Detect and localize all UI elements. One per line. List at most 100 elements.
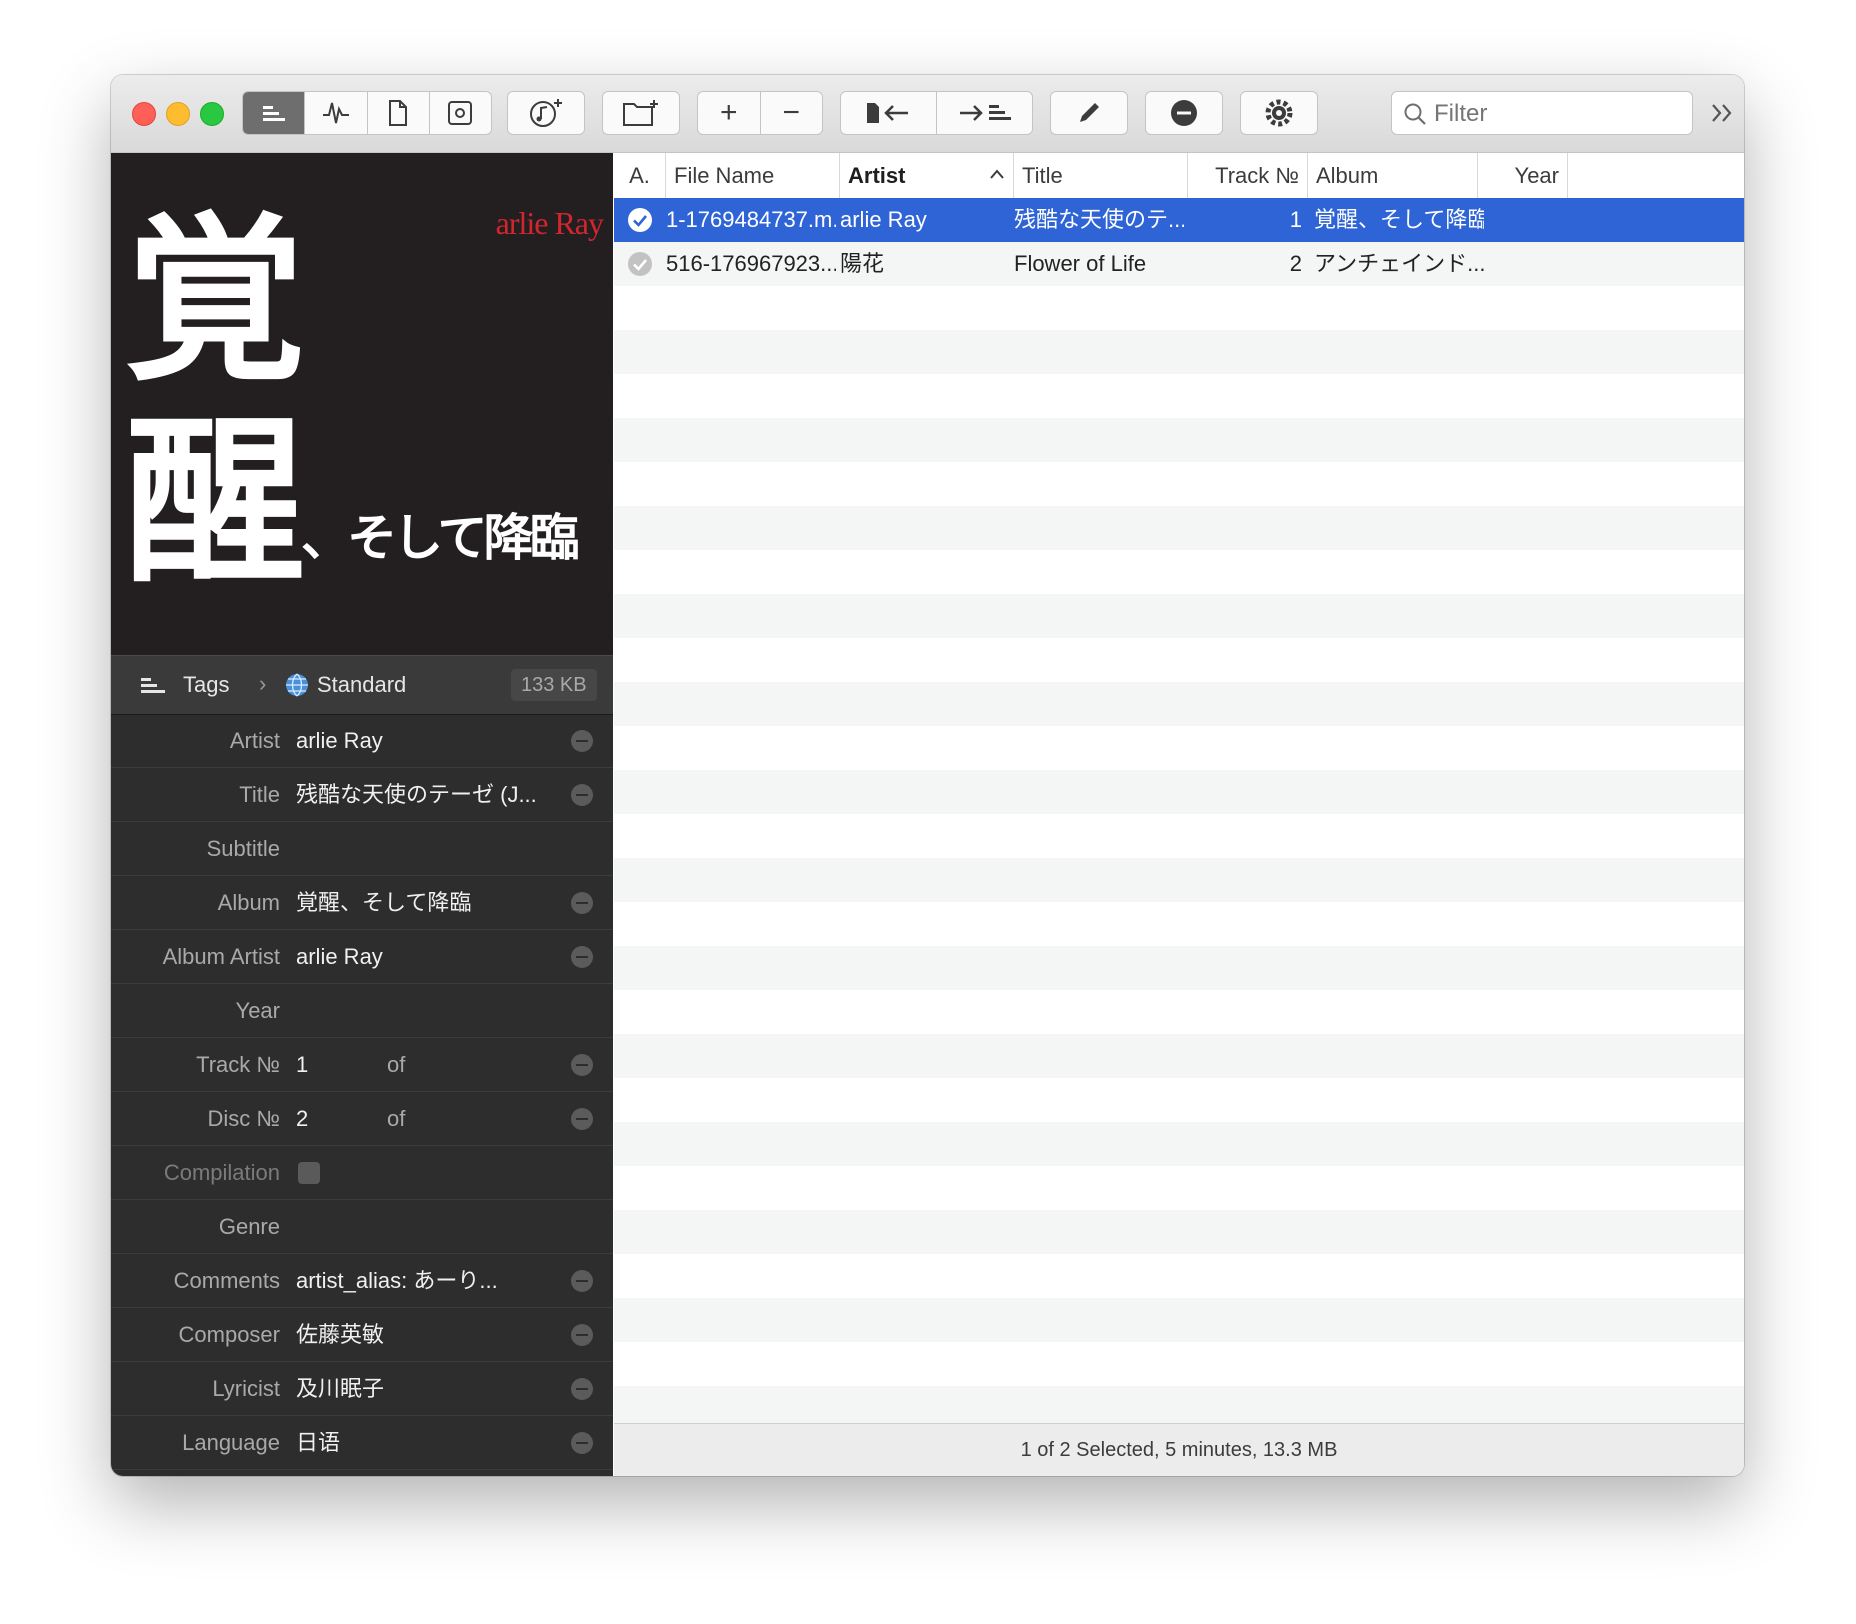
field-value[interactable]: 残酷な天使のテーゼ (J...	[296, 768, 537, 822]
remove-field-icon[interactable]	[571, 1432, 593, 1454]
overflow-button[interactable]	[1709, 97, 1737, 129]
close-window-button[interactable]	[132, 102, 156, 126]
breadcrumb-tags[interactable]: Tags	[183, 656, 229, 714]
table-row[interactable]: 1-1769484737.m... arlie Ray 残酷な天使のテ... 1 覚醒、…	[614, 198, 1744, 242]
table-body: 1-1769484737.m... arlie Ray 残酷な天使のテ... 1 覚醒、…	[614, 198, 1744, 1430]
app-window: + − arlie Ray	[111, 75, 1744, 1476]
cell-artist: arlie Ray	[840, 207, 927, 232]
add-music-button[interactable]	[507, 91, 585, 135]
cover-artist-text: arlie Ray	[495, 205, 604, 241]
column-header-year[interactable]: Year	[1478, 153, 1568, 198]
waveform-icon	[322, 102, 349, 124]
row-stripe	[614, 946, 1744, 990]
field-value[interactable]: arlie Ray	[296, 930, 383, 984]
field-label: Language	[182, 1430, 280, 1455]
remove-field-icon[interactable]	[571, 1324, 593, 1346]
add-icon: +	[719, 96, 738, 129]
field-value[interactable]: 及川眠子	[296, 1362, 384, 1416]
filter-field[interactable]	[1391, 91, 1693, 135]
minimize-window-button[interactable]	[166, 102, 190, 126]
add-folder-button[interactable]	[602, 91, 680, 135]
field-row: Track № 1 of	[111, 1038, 613, 1092]
column-header-file-name[interactable]: File Name	[666, 153, 840, 198]
zoom-window-button[interactable]	[200, 102, 224, 126]
globe-icon	[286, 673, 308, 697]
settings-button[interactable]	[1240, 91, 1318, 135]
column-header-track[interactable]: Track №	[1188, 153, 1308, 198]
row-stripe	[614, 726, 1744, 770]
row-stripe	[614, 506, 1744, 550]
search-icon	[1404, 103, 1426, 125]
remove-tag-button[interactable]	[1145, 91, 1223, 135]
document-view-button[interactable]	[366, 92, 429, 134]
remove-field-icon[interactable]	[571, 1378, 593, 1400]
sort-ascending-icon	[990, 169, 1004, 179]
field-row: Artist arlie Ray	[111, 714, 613, 768]
checkmark-icon[interactable]	[628, 252, 652, 276]
column-header-a[interactable]: A.	[614, 153, 666, 198]
remove-field-icon[interactable]	[571, 1270, 593, 1292]
cell-title: Flower of Life	[1014, 251, 1147, 276]
remove-field-icon[interactable]	[571, 784, 593, 806]
filter-input[interactable]	[1432, 96, 1686, 132]
waveform-view-button[interactable]	[304, 92, 366, 134]
column-header-artist[interactable]: Artist	[840, 153, 1014, 198]
row-stripe	[614, 374, 1744, 418]
remove-field-icon[interactable]	[571, 1054, 593, 1076]
field-value[interactable]: artist_alias: あーり...	[296, 1254, 498, 1308]
row-stripe	[614, 638, 1744, 682]
column-header-album[interactable]: Album	[1308, 153, 1478, 198]
tags-view-button[interactable]	[243, 92, 305, 134]
field-row: Genre	[111, 1200, 613, 1254]
field-value[interactable]: 佐藤英敏	[296, 1308, 384, 1362]
table-row[interactable]: 516-176967923... 陽花 Flower of Life 2 アンチェインド…	[614, 242, 1744, 286]
remove-button[interactable]: −	[759, 92, 823, 134]
add-remove-segmented-control[interactable]: + −	[697, 91, 823, 135]
remove-field-icon[interactable]	[571, 892, 593, 914]
row-stripe	[614, 990, 1744, 1034]
table-header: A. File Name Artist Title Track № Album …	[614, 153, 1744, 199]
import-tags-button[interactable]	[841, 92, 936, 134]
toolbar: + −	[111, 75, 1744, 153]
row-stripe	[614, 1122, 1744, 1166]
field-label: Composer	[178, 1322, 280, 1347]
cell-album: 覚醒、そして降臨	[1314, 207, 1484, 232]
field-label: Album	[217, 890, 280, 915]
row-stripe	[614, 462, 1744, 506]
field-row: Album 覚醒、そして降臨	[111, 876, 613, 930]
cell-track: 2	[1289, 251, 1302, 276]
row-stripe	[614, 550, 1744, 594]
add-button[interactable]: +	[698, 92, 760, 134]
edit-button[interactable]	[1050, 91, 1128, 135]
document-icon	[389, 100, 408, 126]
remove-field-icon[interactable]	[571, 1108, 593, 1130]
field-row: Subtitle	[111, 822, 613, 876]
column-header-artist-label: Artist	[848, 163, 906, 188]
field-label: Disc №	[207, 1106, 281, 1131]
field-row: Disc № 2 of	[111, 1092, 613, 1146]
breadcrumb-standard[interactable]: Standard	[317, 656, 406, 714]
field-label: Title	[239, 782, 280, 807]
field-value[interactable]: 1	[296, 1038, 308, 1092]
cell-file-name: 1-1769484737.m...	[666, 207, 836, 232]
compilation-checkbox[interactable]	[298, 1162, 320, 1184]
export-tags-button[interactable]	[936, 92, 1032, 134]
field-value[interactable]: 日语	[296, 1416, 340, 1470]
view-mode-segmented-control[interactable]	[242, 91, 492, 135]
field-value[interactable]: 2	[296, 1092, 308, 1146]
row-stripe	[614, 286, 1744, 330]
field-value[interactable]: arlie Ray	[296, 714, 383, 768]
field-label: Genre	[218, 1214, 280, 1239]
gear-icon	[1265, 99, 1293, 127]
cell-artist: 陽花	[840, 251, 885, 276]
cover-title-rest: 、そして降臨	[301, 508, 579, 567]
checkmark-icon[interactable]	[628, 208, 652, 232]
field-value[interactable]: 覚醒、そして降臨	[296, 876, 471, 930]
album-artwork[interactable]: arlie Ray 覚 醒 、そして降臨	[111, 153, 613, 655]
remove-field-icon[interactable]	[571, 946, 593, 968]
column-header-title[interactable]: Title	[1014, 153, 1188, 198]
remove-field-icon[interactable]	[571, 730, 593, 752]
import-export-segmented-control[interactable]	[840, 91, 1033, 135]
artwork-view-button[interactable]	[428, 92, 491, 134]
cell-track: 1	[1289, 207, 1302, 232]
